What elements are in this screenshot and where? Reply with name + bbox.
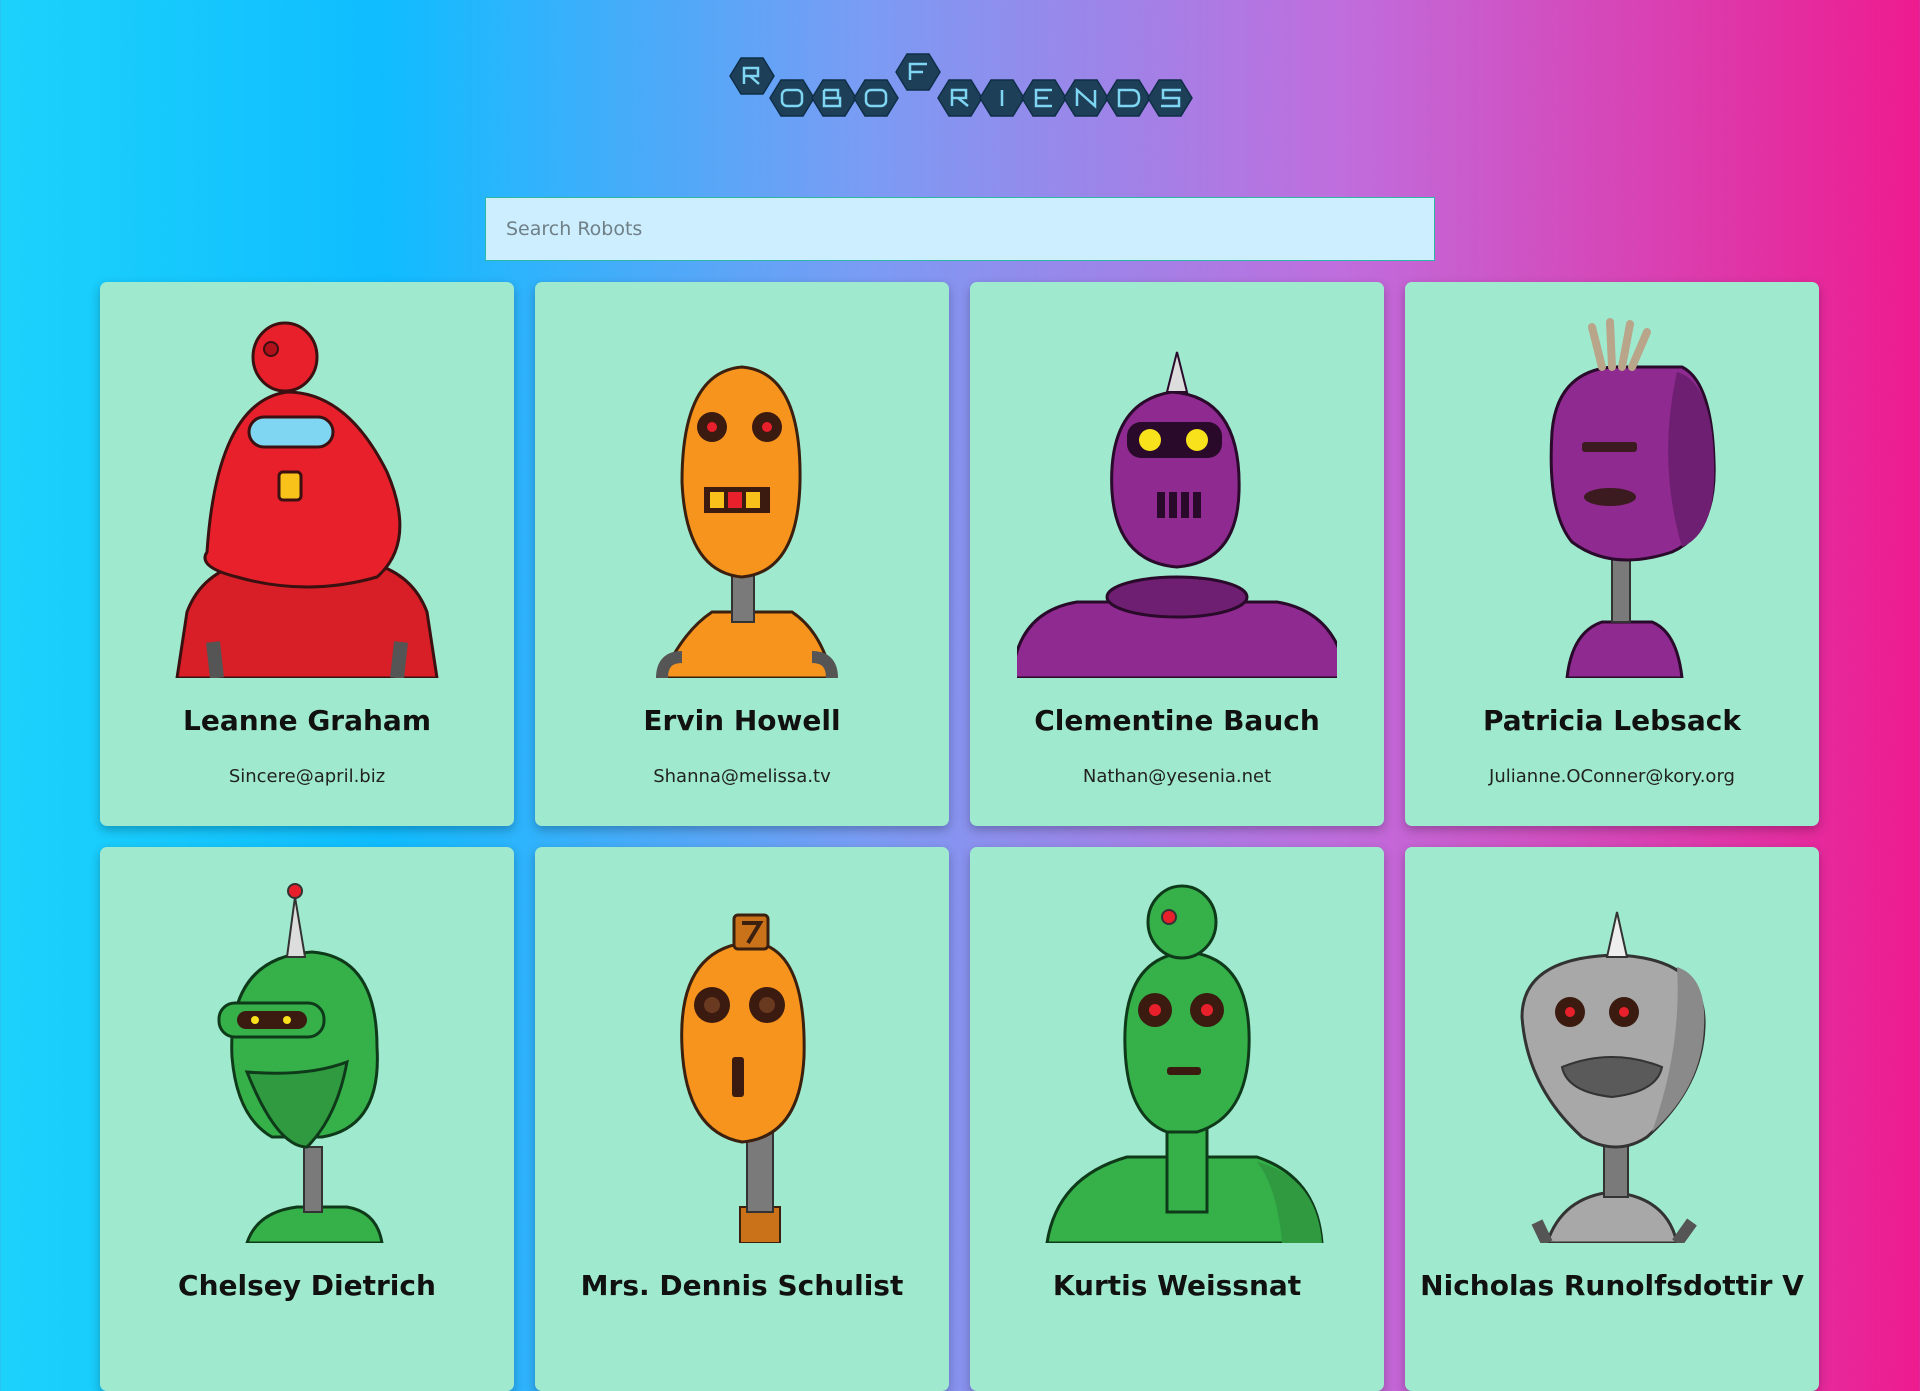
robot-email: Shanna@melissa.tv bbox=[653, 766, 831, 787]
robot-avatar-image bbox=[680, 913, 806, 1243]
robot-name: Kurtis Weissnat bbox=[1052, 1269, 1302, 1302]
robot-name: Mrs. Dennis Schulist bbox=[580, 1269, 904, 1302]
robot-avatar-image bbox=[656, 365, 838, 678]
robot-card[interactable]: Kurtis Weissnat bbox=[970, 847, 1384, 1391]
robot-email: Nathan@yesenia.net bbox=[1082, 766, 1272, 787]
robot-avatar-image bbox=[1520, 911, 1706, 1243]
robot-name: Leanne Graham bbox=[182, 704, 432, 737]
robot-avatar-image bbox=[1017, 351, 1337, 678]
robot-name: Ervin Howell bbox=[643, 704, 841, 737]
robot-avatar-image bbox=[175, 321, 439, 678]
robot-avatar-image bbox=[1549, 318, 1716, 678]
robot-card[interactable]: Chelsey Dietrich bbox=[100, 847, 514, 1391]
robot-avatar-image bbox=[217, 883, 384, 1243]
search-input[interactable] bbox=[485, 197, 1435, 261]
robot-card[interactable]: Mrs. Dennis Schulist bbox=[535, 847, 949, 1391]
robot-card[interactable]: Leanne Graham Sincere@april.biz bbox=[100, 282, 514, 826]
robot-card[interactable]: Clementine Bauch Nathan@yesenia.net bbox=[970, 282, 1384, 826]
robot-card[interactable]: Patricia Lebsack Julianne.OConner@kory.o… bbox=[1405, 282, 1819, 826]
robot-avatar-image bbox=[1045, 884, 1324, 1243]
robot-card[interactable]: Ervin Howell Shanna@melissa.tv bbox=[535, 282, 949, 826]
robot-email: Sincere@april.biz bbox=[228, 766, 386, 787]
robot-card[interactable]: Nicholas Runolfsdottir V bbox=[1405, 847, 1819, 1391]
robot-name: Chelsey Dietrich bbox=[178, 1269, 436, 1302]
robofriends-logo bbox=[729, 53, 1193, 117]
robot-name: Nicholas Runolfsdottir V bbox=[1420, 1269, 1804, 1302]
robot-name: Clementine Bauch bbox=[1034, 704, 1320, 737]
robot-email: Julianne.OConner@kory.org bbox=[1489, 766, 1735, 787]
robot-name: Patricia Lebsack bbox=[1483, 704, 1741, 737]
